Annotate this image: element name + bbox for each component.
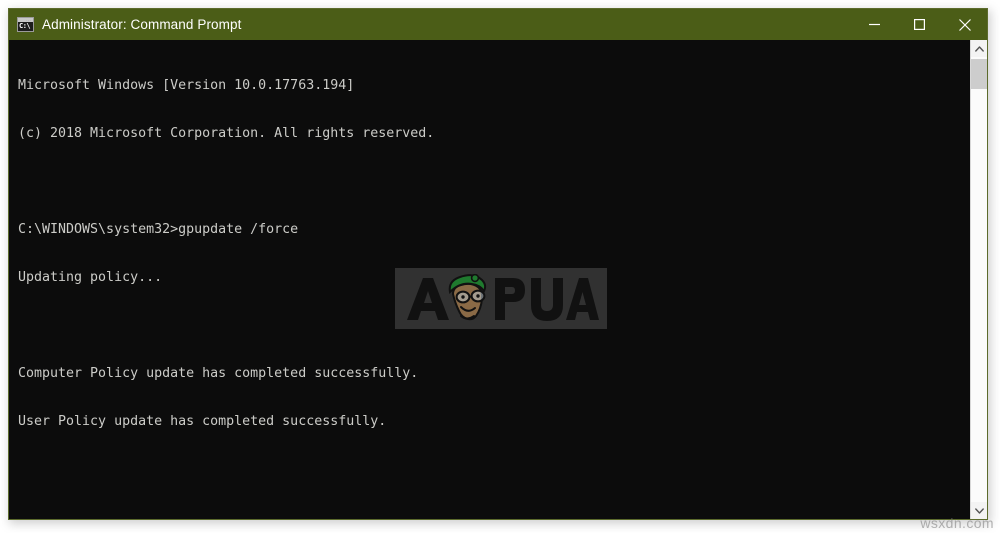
scroll-thumb[interactable] [971,59,987,89]
minimize-icon [869,23,880,26]
console-output[interactable]: Microsoft Windows [Version 10.0.17763.19… [9,40,970,519]
chevron-up-icon [974,45,984,52]
scroll-down-button[interactable] [971,502,987,519]
window-title: Administrator: Command Prompt [42,17,242,32]
logo-letter-a [407,277,449,320]
window-titlebar[interactable]: ··· C:\ Administrator: Command Prompt [9,9,987,40]
appuals-mascot-icon [448,273,487,320]
minimize-button[interactable] [852,9,897,40]
console-line: Microsoft Windows [Version 10.0.17763.19… [18,78,355,93]
console-line: User Policy update has completed success… [18,414,387,429]
cmd-icon: ··· C:\ [17,17,34,32]
console-scrollbar[interactable] [970,40,987,519]
appuals-watermark-logo [395,268,607,329]
maximize-button[interactable] [897,9,942,40]
maximize-icon [914,19,925,30]
scroll-track[interactable] [971,57,987,502]
logo-letter-a2 [566,277,599,320]
console-line: Computer Policy update has completed suc… [18,366,419,381]
close-icon [958,18,971,31]
appuals-logo-icon [407,273,599,321]
logo-letter-u [531,277,563,321]
screen-root: ··· C:\ Administrator: Command Prompt Mi… [0,0,1000,533]
logo-letter-p [495,277,525,320]
command-prompt-window: ··· C:\ Administrator: Command Prompt Mi… [8,8,988,520]
chevron-down-icon [974,507,984,514]
window-controls [852,9,987,40]
console-line: (c) 2018 Microsoft Corporation. All righ… [18,126,435,141]
close-button[interactable] [942,9,987,40]
scroll-up-button[interactable] [971,40,987,57]
console-area: Microsoft Windows [Version 10.0.17763.19… [9,40,987,519]
console-line-command: C:\WINDOWS\system32>gpupdate /force [18,222,299,237]
cmd-icon-prompt-text: C:\ [19,22,31,30]
